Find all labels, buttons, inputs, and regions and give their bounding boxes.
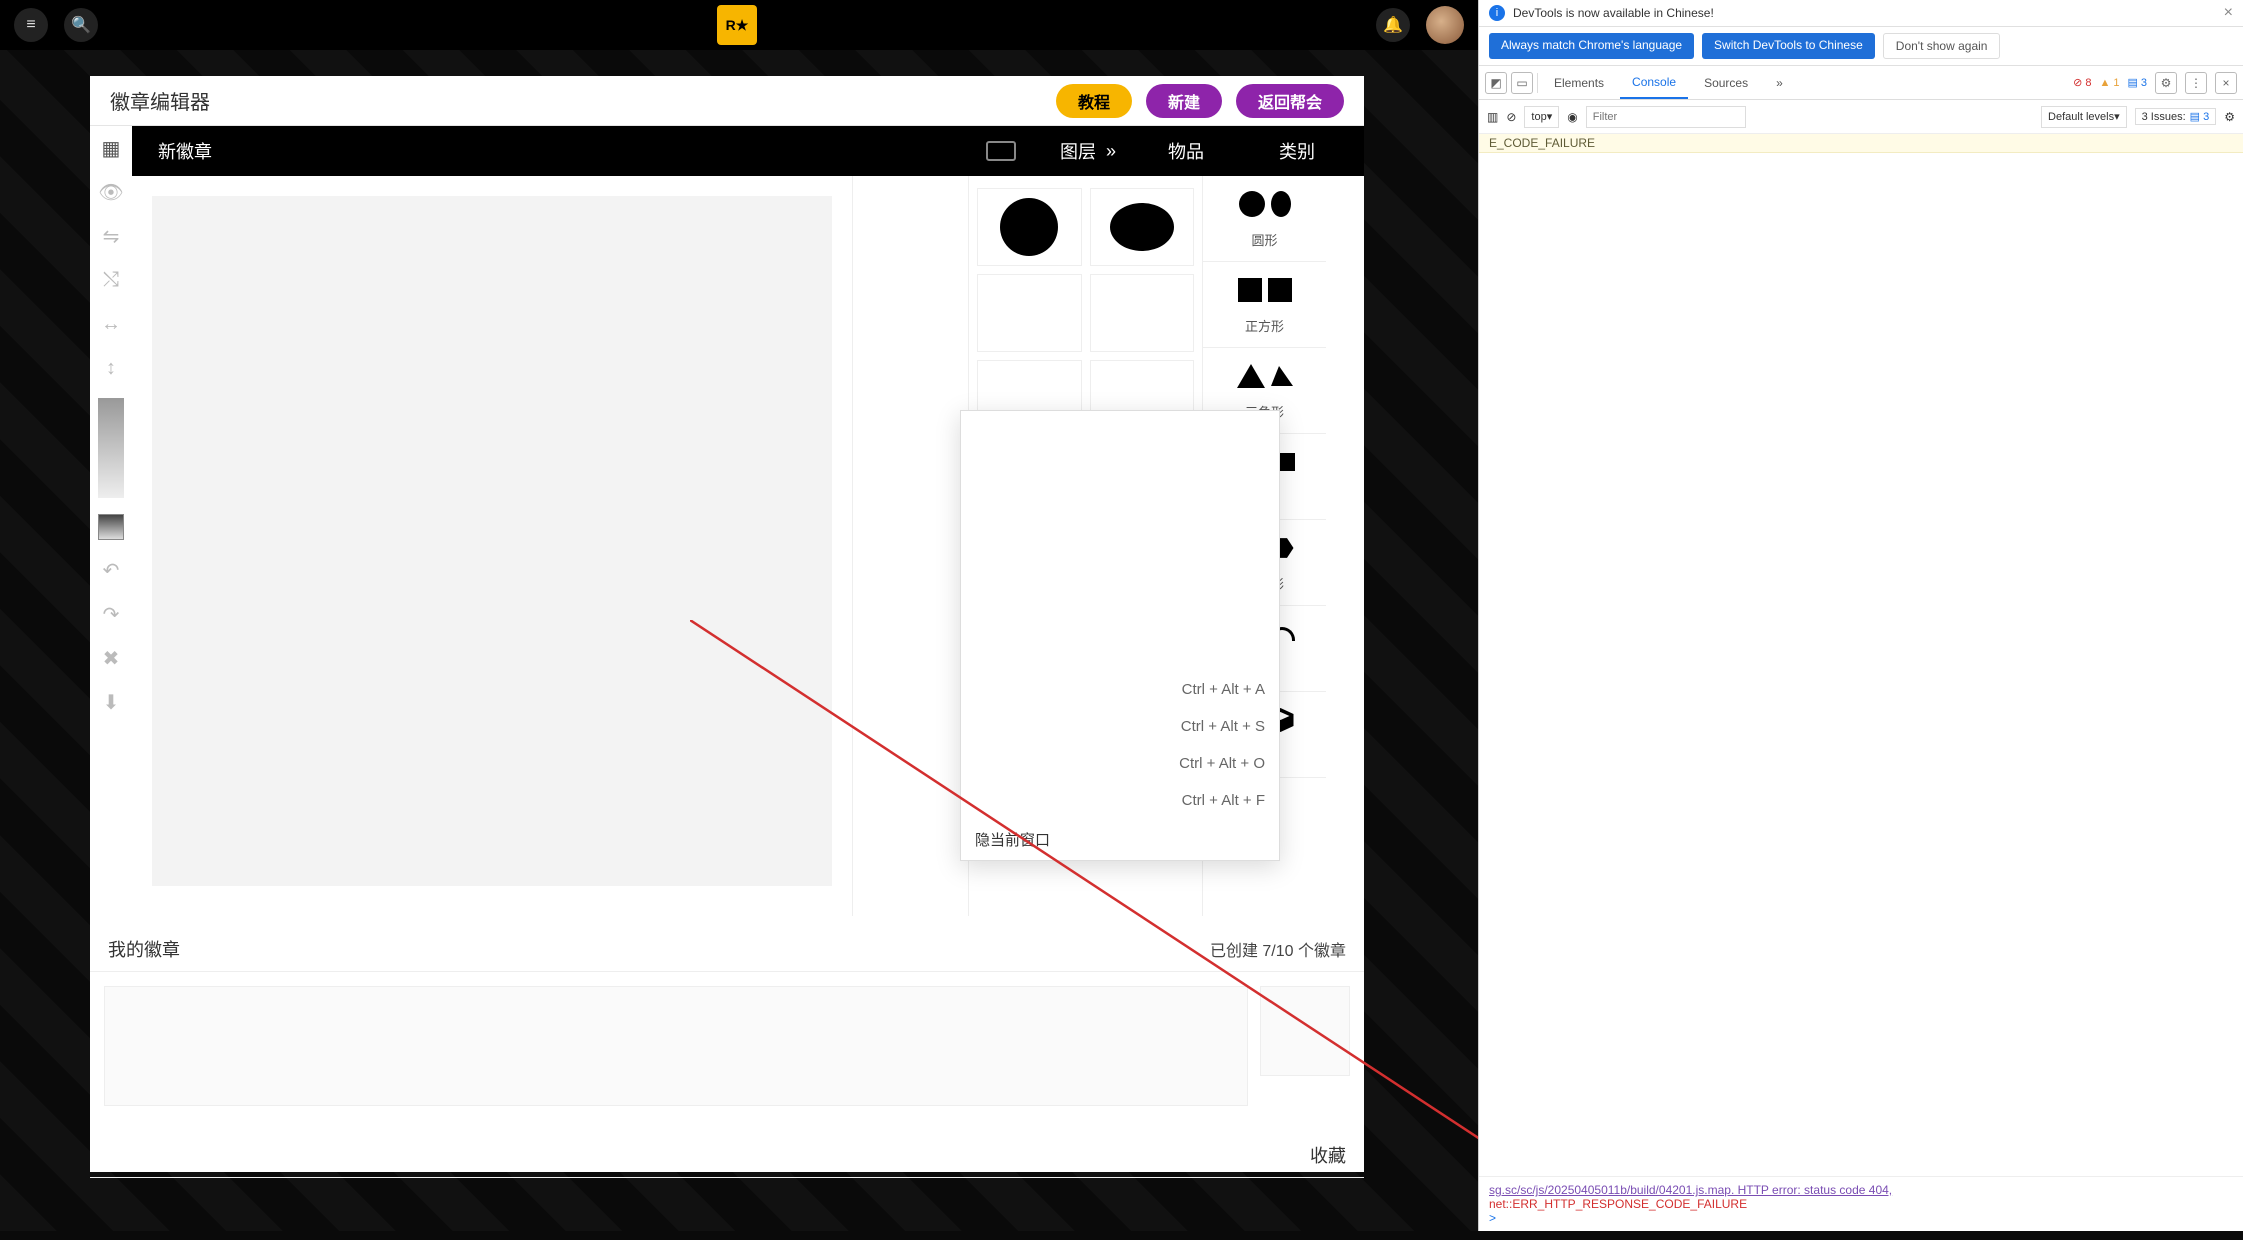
console-warning-row: E_CODE_FAILURE <box>1479 134 2243 153</box>
close-icon[interactable]: × <box>2224 4 2233 22</box>
warning-count[interactable]: ▲ 1 <box>2099 77 2119 89</box>
device-icon[interactable]: ▭ <box>1511 72 1533 94</box>
cat-square[interactable]: 正方形 <box>1203 262 1326 348</box>
console-log-line: sg.sc/sc/js/20250405011b/build/04201.js.… <box>1489 1183 2233 1197</box>
info-icon: i <box>1489 5 1505 21</box>
issues-button[interactable]: 3 Issues: ▤ 3 <box>2135 108 2217 125</box>
clear-console-icon[interactable]: ⊘ <box>1506 110 1516 124</box>
tab-items[interactable]: 物品 <box>1142 126 1230 176</box>
shape-ellipse[interactable] <box>1090 188 1195 266</box>
favorites-panel: 收藏 <box>90 1132 1364 1172</box>
tab-elements[interactable]: Elements <box>1542 68 1616 98</box>
my-emblems-panel: 我的徽章 已创建 7/10 个徽章 <box>90 926 1364 1122</box>
eye-icon[interactable]: 👁 <box>97 178 125 206</box>
rockstar-logo[interactable]: R★ <box>717 5 757 45</box>
tab-sources[interactable]: Sources <box>1692 68 1760 98</box>
lang-dont-button[interactable]: Don't show again <box>1883 33 2001 59</box>
chevron-right-icon: » <box>1106 141 1116 162</box>
devtools-panel: i DevTools is now available in Chinese! … <box>1478 0 2243 1231</box>
shape-circle[interactable] <box>977 188 1082 266</box>
layers-column[interactable] <box>852 176 968 916</box>
grid-icon[interactable]: ▦ <box>97 134 125 162</box>
align-v-icon[interactable]: ↕ <box>97 354 125 382</box>
rockstar-app: ≡ 🔍 R★ 🔔 徽章编辑器 教程 新建 返回帮会 ▦ 👁 ⇋ ⤭ ↔ ↕ <box>0 0 1478 1231</box>
gear-icon[interactable]: ⚙ <box>2155 72 2177 94</box>
flip-h-icon[interactable]: ⇋ <box>97 222 125 250</box>
ctx-item-hide-window[interactable]: 隐当前窗口 <box>961 819 1279 860</box>
live-expression-icon[interactable]: ◉ <box>1567 110 1577 124</box>
shape-item[interactable] <box>1090 274 1195 352</box>
ctx-item[interactable]: Ctrl + Alt + A <box>961 671 1279 708</box>
devtools-tabs: ◩ ▭ Elements Console Sources » ⊘ 8 ▲ 1 ▤… <box>1479 66 2243 100</box>
cat-circle[interactable]: 圆形 <box>1203 176 1326 262</box>
topbar: ≡ 🔍 R★ 🔔 <box>0 0 1478 50</box>
close-devtools-icon[interactable]: × <box>2215 72 2237 94</box>
ctx-item[interactable]: Ctrl + Alt + S <box>961 708 1279 745</box>
search-icon[interactable]: 🔍 <box>64 8 98 42</box>
error-count[interactable]: ⊘ 8 <box>2073 76 2091 89</box>
menu-icon[interactable]: ≡ <box>14 8 48 42</box>
gear-icon[interactable]: ⚙ <box>2224 110 2235 124</box>
tab-categories[interactable]: 类别 <box>1230 126 1364 176</box>
editor-card-header: 徽章编辑器 教程 新建 返回帮会 <box>90 76 1364 126</box>
levels-select[interactable]: Default levels ▾ <box>2041 106 2127 128</box>
cat-label: 正方形 <box>1207 316 1322 335</box>
canvas-wrap <box>132 176 852 916</box>
tab-layers-label: 图层 <box>1060 138 1096 164</box>
kebab-icon[interactable]: ⋮ <box>2185 72 2207 94</box>
filter-input[interactable] <box>1586 106 1746 128</box>
bell-icon[interactable]: 🔔 <box>1376 8 1410 42</box>
lang-switch-button[interactable]: Switch DevTools to Chinese <box>1702 33 1875 59</box>
my-emblems-count: 已创建 7/10 个徽章 <box>1210 937 1346 961</box>
context-select[interactable]: top ▾ <box>1524 106 1559 128</box>
flip-v-icon[interactable]: ⤭ <box>97 266 125 294</box>
console-error-line: net::ERR_HTTP_RESPONSE_CODE_FAILURE <box>1489 1197 2233 1211</box>
devtools-info-bar: i DevTools is now available in Chinese! … <box>1479 0 2243 27</box>
ctx-item[interactable]: Ctrl + Alt + O <box>961 745 1279 782</box>
tab-layers[interactable]: 图层 » <box>1034 126 1142 176</box>
color-swatch[interactable] <box>98 514 124 540</box>
delete-icon[interactable]: ✖ <box>97 644 125 672</box>
undo-icon[interactable]: ↶ <box>97 556 125 584</box>
console-prompt[interactable]: > <box>1489 1211 2233 1225</box>
editor-tabs: 新徽章 图层 » 物品 类别 <box>132 126 1364 176</box>
favorites-title: 收藏 <box>1310 1142 1346 1168</box>
tabs-more-icon[interactable]: » <box>1764 68 1795 98</box>
devtools-lang-bar: Always match Chrome's language Switch De… <box>1479 27 2243 66</box>
lang-match-button[interactable]: Always match Chrome's language <box>1489 33 1694 59</box>
emblem-thumb[interactable] <box>1260 986 1350 1076</box>
page-title: 徽章编辑器 <box>110 86 210 115</box>
sidebar-toggle-icon[interactable]: ▥ <box>1487 110 1498 124</box>
emblem-thumb[interactable] <box>104 986 1248 1106</box>
new-button[interactable]: 新建 <box>1146 84 1222 118</box>
redo-icon[interactable]: ↷ <box>97 600 125 628</box>
ctx-item[interactable]: Ctrl + Alt + F <box>961 782 1279 819</box>
message-count[interactable]: ▤ 3 <box>2127 76 2147 89</box>
gradient-swatch[interactable] <box>98 398 124 498</box>
back-button[interactable]: 返回帮会 <box>1236 84 1344 118</box>
context-menu-blank <box>961 411 1279 671</box>
keyboard-icon[interactable] <box>986 141 1016 161</box>
align-h-icon[interactable]: ↔ <box>97 310 125 338</box>
tab-new-emblem[interactable]: 新徽章 <box>132 126 238 176</box>
download-icon[interactable]: ⬇ <box>97 688 125 716</box>
tool-column: ▦ 👁 ⇋ ⤭ ↔ ↕ ↶ ↷ ✖ ⬇ <box>90 126 132 916</box>
tab-console[interactable]: Console <box>1620 67 1688 99</box>
devtools-info-text: DevTools is now available in Chinese! <box>1513 6 1714 20</box>
my-emblems-title: 我的徽章 <box>108 936 180 962</box>
inspect-icon[interactable]: ◩ <box>1485 72 1507 94</box>
console-body[interactable]: E_CODE_FAILURE <box>1479 134 2243 1176</box>
shape-item[interactable] <box>977 274 1082 352</box>
canvas[interactable] <box>152 196 832 886</box>
console-bottom: sg.sc/sc/js/20250405011b/build/04201.js.… <box>1479 1176 2243 1231</box>
console-toolbar: ▥ ⊘ top ▾ ◉ Default levels ▾ 3 Issues: ▤… <box>1479 100 2243 134</box>
context-menu: Ctrl + Alt + A Ctrl + Alt + S Ctrl + Alt… <box>960 410 1280 861</box>
avatar[interactable] <box>1426 6 1464 44</box>
tutorial-button[interactable]: 教程 <box>1056 84 1132 118</box>
cat-label: 圆形 <box>1207 230 1322 249</box>
